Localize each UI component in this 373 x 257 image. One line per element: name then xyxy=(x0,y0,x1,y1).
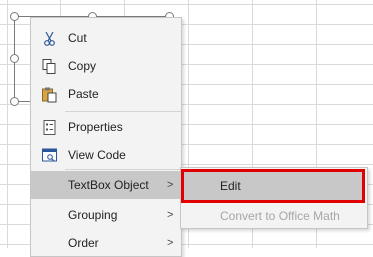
scissors-icon xyxy=(44,31,55,46)
menu-item-label: Grouping xyxy=(68,208,118,222)
menu-item-copy[interactable]: Copy xyxy=(31,52,181,80)
menu-item-label: View Code xyxy=(68,148,126,162)
paste-icon xyxy=(42,87,57,103)
view-code-icon xyxy=(42,148,57,162)
menu-separator xyxy=(65,169,181,170)
menu-item-label: Properties xyxy=(68,120,123,134)
properties-icon xyxy=(43,120,56,135)
menu-item-cut[interactable]: Cut xyxy=(31,24,181,52)
menu-separator xyxy=(65,111,181,112)
menu-item-label: Order xyxy=(68,236,99,250)
menu-item-label: Paste xyxy=(68,87,99,101)
resize-handle-middle-left[interactable] xyxy=(10,54,19,63)
submenu-item-label: Edit xyxy=(220,179,241,193)
menu-item-order[interactable]: Order > xyxy=(31,229,181,257)
menu-item-label: Cut xyxy=(68,31,87,45)
menu-item-paste[interactable]: Paste xyxy=(31,80,181,108)
chevron-right-icon: > xyxy=(167,179,174,191)
submenu-item-edit[interactable]: Edit xyxy=(181,169,365,203)
resize-handle-top-left[interactable] xyxy=(10,12,19,21)
menu-item-view-code[interactable]: View Code xyxy=(31,141,181,169)
menu-item-grouping[interactable]: Grouping > xyxy=(31,201,181,229)
menu-item-properties[interactable]: Properties xyxy=(31,113,181,141)
menu-item-label: Copy xyxy=(68,59,97,73)
menu-item-label: TextBox Object xyxy=(68,178,149,192)
chevron-right-icon: > xyxy=(167,209,174,221)
submenu-item-label: Convert to Office Math xyxy=(220,209,340,223)
context-menu: Cut Copy Paste Properties View Code Text… xyxy=(30,17,182,257)
menu-item-textbox-object[interactable]: TextBox Object > xyxy=(31,171,181,199)
resize-handle-bottom-left[interactable] xyxy=(10,97,19,106)
chevron-right-icon: > xyxy=(167,237,174,249)
copy-icon xyxy=(42,59,56,74)
textbox-object-submenu: Edit Convert to Office Math xyxy=(180,167,368,229)
submenu-item-convert-to-office-math: Convert to Office Math xyxy=(183,204,363,228)
